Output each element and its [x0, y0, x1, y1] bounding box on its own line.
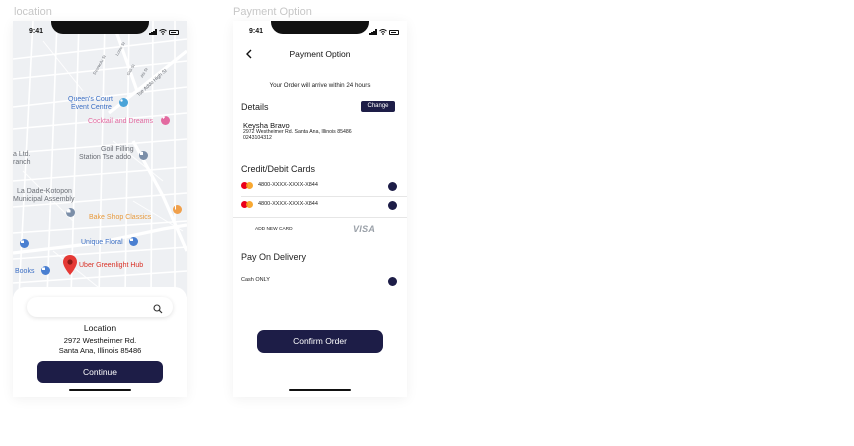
- shop-pin-icon[interactable]: [20, 239, 29, 248]
- map-place-uber-hub[interactable]: Uber Greenlight Hub: [79, 262, 143, 270]
- map-place-cocktail[interactable]: Cocktail and Dreams: [88, 118, 153, 126]
- cellular-signal-icon: [149, 29, 157, 35]
- wifi-icon: [159, 29, 167, 35]
- card-radio-button[interactable]: [388, 182, 397, 191]
- food-pin-icon[interactable]: [173, 205, 182, 214]
- customer-phone: 0243104312: [243, 135, 272, 141]
- mastercard-icon: [241, 201, 254, 208]
- location-title: Location: [83, 323, 117, 333]
- page-title: Payment Option: [289, 49, 351, 59]
- cash-radio-button[interactable]: [388, 277, 397, 286]
- search-input[interactable]: [27, 297, 173, 317]
- map-place-ltd: a Ltd. ranch: [13, 151, 31, 166]
- battery-icon: [169, 30, 179, 35]
- card-option[interactable]: 4800-XXXX-XXXX-X844: [233, 178, 407, 196]
- card-option[interactable]: 4800-XXXX-XXXX-X844: [233, 197, 407, 215]
- continue-button[interactable]: Continue: [37, 361, 163, 383]
- status-time: 9:41: [249, 28, 264, 35]
- mastercard-icon: [241, 182, 254, 189]
- location-address: 2972 Westheimer Rd. Santa Ana, Illinois …: [58, 336, 142, 355]
- map-place-bake-shop[interactable]: Bake Shop Classics: [89, 214, 151, 222]
- fuel-pin-icon[interactable]: [139, 151, 148, 160]
- location-screen: Tse Addo High St Lomo St Gidi St Abi St …: [13, 21, 187, 397]
- map-place-assembly[interactable]: La Dade-Kotopon Municipal Assembly: [13, 188, 74, 204]
- payment-screen: 9:41 Payment Option Your Order will arri…: [233, 21, 407, 397]
- home-indicator: [69, 389, 131, 391]
- map-place-goil[interactable]: Goil Filling Station Tse addo: [79, 146, 134, 162]
- add-new-card-link[interactable]: ADD NEW CARD: [255, 227, 293, 232]
- battery-icon: [389, 30, 399, 35]
- cash-only-label: Cash ONLY: [241, 277, 270, 283]
- status-time: 9:41: [29, 28, 44, 35]
- shop-pin-icon[interactable]: [129, 237, 138, 246]
- visa-logo: VISA: [353, 224, 376, 234]
- card-number: 4800-XXXX-XXXX-X844: [258, 182, 318, 188]
- status-bar: 9:41: [13, 27, 187, 39]
- cellular-signal-icon: [369, 29, 377, 35]
- arrival-note: Your Order will arrive within 24 hours: [269, 82, 371, 89]
- frame-label-location: location: [14, 6, 52, 18]
- map-place-unique-floral[interactable]: Unique Floral: [81, 239, 123, 247]
- delivery-heading: Pay On Delivery: [241, 252, 307, 262]
- shop-pin-icon[interactable]: [41, 266, 50, 275]
- confirm-order-button[interactable]: Confirm Order: [257, 330, 383, 353]
- government-pin-icon[interactable]: [66, 208, 75, 217]
- change-button[interactable]: Change: [361, 101, 395, 112]
- status-bar: 9:41: [233, 27, 407, 39]
- divider: [233, 217, 407, 218]
- cards-heading: Credit/Debit Cards: [241, 164, 316, 174]
- search-icon[interactable]: [153, 301, 163, 319]
- wifi-icon: [379, 29, 387, 35]
- details-heading: Details: [241, 102, 269, 112]
- card-number: 4800-XXXX-XXXX-X844: [258, 201, 318, 207]
- location-bottom-sheet: Location 2972 Westheimer Rd. Santa Ana, …: [13, 287, 187, 397]
- map-place-books[interactable]: Books: [15, 268, 34, 276]
- attraction-pin-icon[interactable]: [119, 98, 128, 107]
- map-place-queens-court[interactable]: Queen's Court Event Centre: [68, 96, 113, 112]
- map-view[interactable]: Tse Addo High St Lomo St Gidi St Abi St …: [13, 21, 187, 297]
- card-radio-button[interactable]: [388, 201, 397, 210]
- frame-label-payment: Payment Option: [233, 6, 312, 18]
- home-indicator: [289, 389, 351, 391]
- bar-pin-icon[interactable]: [161, 116, 170, 125]
